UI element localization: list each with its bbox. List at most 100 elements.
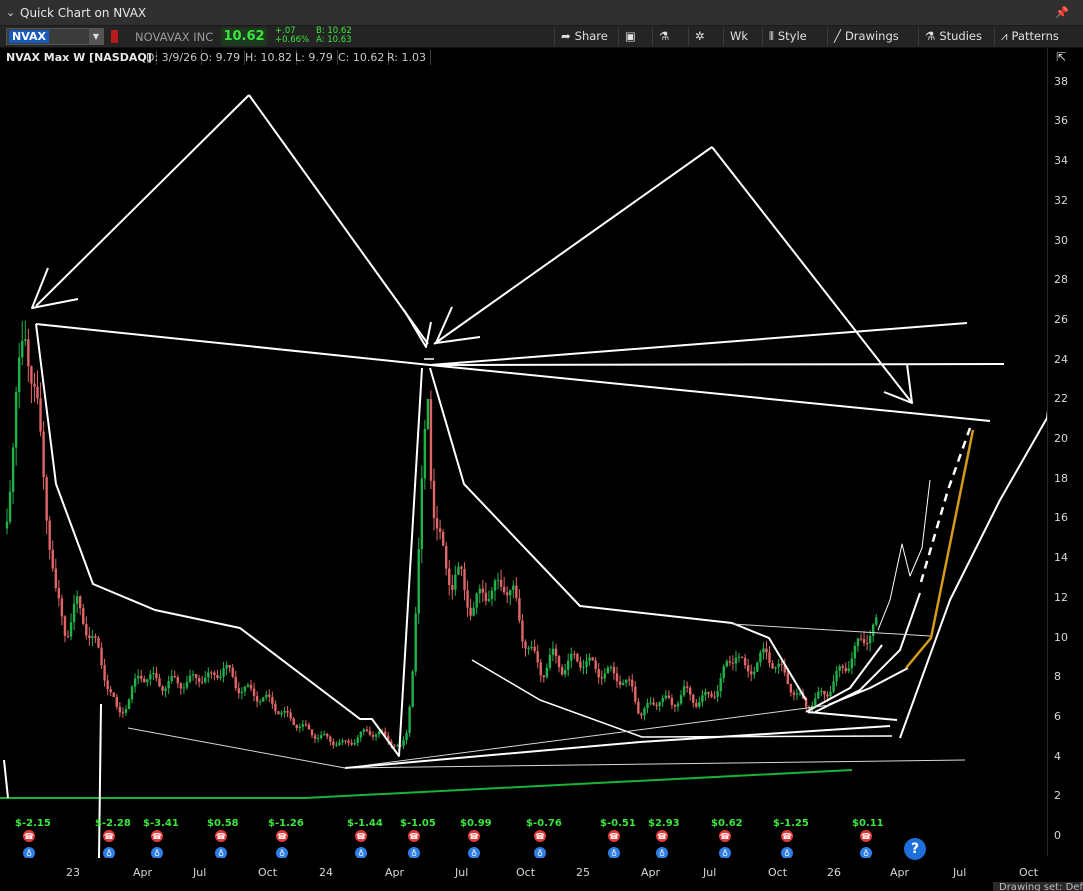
candle-body (262, 697, 265, 702)
candle-body (161, 686, 164, 692)
candle-body (301, 724, 305, 727)
candle-body (621, 682, 625, 686)
x-tick-label: Jul (953, 866, 967, 879)
candle-body (30, 366, 33, 384)
candle-body (341, 740, 344, 743)
y-tick-label: 2 (1054, 789, 1061, 803)
candle-body (365, 729, 369, 731)
settings-button[interactable]: ✲ (688, 27, 715, 46)
candle-body (149, 674, 152, 680)
candle-body (213, 672, 216, 675)
candle-body (36, 386, 39, 399)
candle-body (121, 712, 125, 714)
candle-body (746, 665, 750, 672)
candle-body (554, 648, 558, 657)
candle-body (792, 692, 796, 695)
flask-button[interactable]: ⚗ (652, 27, 679, 46)
candle-body (472, 607, 475, 616)
candle-body (460, 566, 463, 569)
symbol-value[interactable]: NVAX (9, 30, 49, 43)
candle-body (130, 686, 134, 700)
help-button[interactable]: ? (904, 838, 926, 860)
window-title: Quick Chart on NVAX (20, 6, 147, 20)
candle-body (356, 737, 359, 743)
candle-body (103, 665, 106, 681)
pencil-icon: ╱ (834, 29, 841, 43)
y-tick-label: 6 (1054, 709, 1061, 723)
candle-body (652, 702, 655, 705)
drawing-set-label[interactable]: Drawing set: Def (993, 882, 1083, 891)
candle-body (411, 671, 414, 707)
candle-body (582, 666, 585, 668)
candle-body (594, 660, 597, 670)
candle-body (319, 735, 323, 739)
candle-body (255, 696, 259, 702)
candle-body (97, 637, 100, 648)
candle-body (106, 680, 109, 690)
symbol-dropdown-icon[interactable]: ▼ (89, 29, 103, 44)
candle-body (725, 661, 728, 667)
candle-body (54, 568, 57, 588)
drawings-button[interactable]: ╱ Drawings (827, 27, 905, 46)
candle-body (237, 688, 240, 694)
candle-body (588, 657, 591, 662)
candle-body (222, 668, 225, 677)
price-axis[interactable]: ⇱ 38 36 34 32 30 28 26 24 22 20 18 16 14 12 10 8 6 4 2 0 (1047, 48, 1083, 856)
earnings-bulb-glyph: ♁ (611, 849, 617, 858)
pin-icon[interactable]: 📌 (1055, 6, 1069, 19)
candle-body (835, 670, 838, 682)
candle-body (417, 549, 420, 614)
studies-button[interactable]: ⚗ Studies (918, 27, 988, 46)
candle-body (682, 686, 686, 696)
candle-body (740, 656, 744, 658)
last-price: 10.62 (221, 28, 267, 46)
x-tick-label: Apr (641, 866, 661, 879)
snapshot-button[interactable]: ▣ (618, 27, 646, 46)
candle-body (146, 679, 149, 683)
symbol-input[interactable]: NVAX ▼ (6, 28, 104, 45)
collapse-chevron-icon[interactable]: ⌄ (6, 6, 15, 19)
y-tick-label: 34 (1054, 154, 1068, 168)
dashed-projection (919, 427, 972, 583)
candle-body (563, 669, 567, 675)
candle-body (859, 638, 863, 640)
candle-body (509, 590, 512, 596)
candle-body (310, 729, 314, 736)
candle-body (524, 641, 527, 649)
candle-body (280, 712, 283, 715)
candle-body (765, 648, 768, 653)
candle-body (862, 639, 866, 644)
x-tick-label: Apr (890, 866, 910, 879)
candle-body (731, 662, 735, 664)
share-button[interactable]: ➦ Share (554, 27, 614, 46)
alert-icon[interactable] (111, 30, 118, 43)
bar-low: L: 9.79 (291, 50, 338, 65)
candle-body (210, 672, 213, 674)
earnings-value: $0.11 (852, 818, 884, 829)
candle-body (298, 726, 301, 729)
candle-body (231, 667, 234, 677)
candle-body (573, 653, 576, 655)
candle-body (673, 704, 677, 707)
candle-body (167, 680, 170, 689)
period-button[interactable]: Wk (723, 27, 754, 46)
earnings-value: $-0.51 (600, 818, 636, 829)
candle-body (295, 725, 298, 729)
price-chart[interactable]: ☎ ♁ ☎ ♁ ☎ ♁ ☎ ♁ ☎ ♁ ☎ ♁ ☎ ♁ ☎ ♁ ☎ ♁ ☎ ♁ ☎ ♁ ☎ ♁ ☎ ♁ ☎ ♁ (0, 0, 1047, 858)
candle-body (780, 663, 783, 665)
candle-body (307, 724, 311, 730)
candle-body (795, 693, 799, 695)
axis-scale-icon[interactable]: ⇱ (1056, 50, 1066, 64)
candle-body (316, 738, 320, 740)
x-tick-label: 24 (319, 866, 333, 879)
x-tick-label: Oct (768, 866, 788, 879)
candle-body (567, 660, 570, 670)
patterns-button[interactable]: ⩘ Patterns (994, 27, 1065, 46)
candle-body (481, 588, 484, 593)
earnings-bulb-glyph: ♁ (659, 849, 665, 858)
candle-body (133, 678, 137, 687)
candle-body (39, 398, 42, 432)
style-button[interactable]: ⫴ Style (762, 27, 813, 46)
earnings-bulb-glyph: ♁ (537, 849, 543, 858)
candle-body (536, 651, 539, 663)
